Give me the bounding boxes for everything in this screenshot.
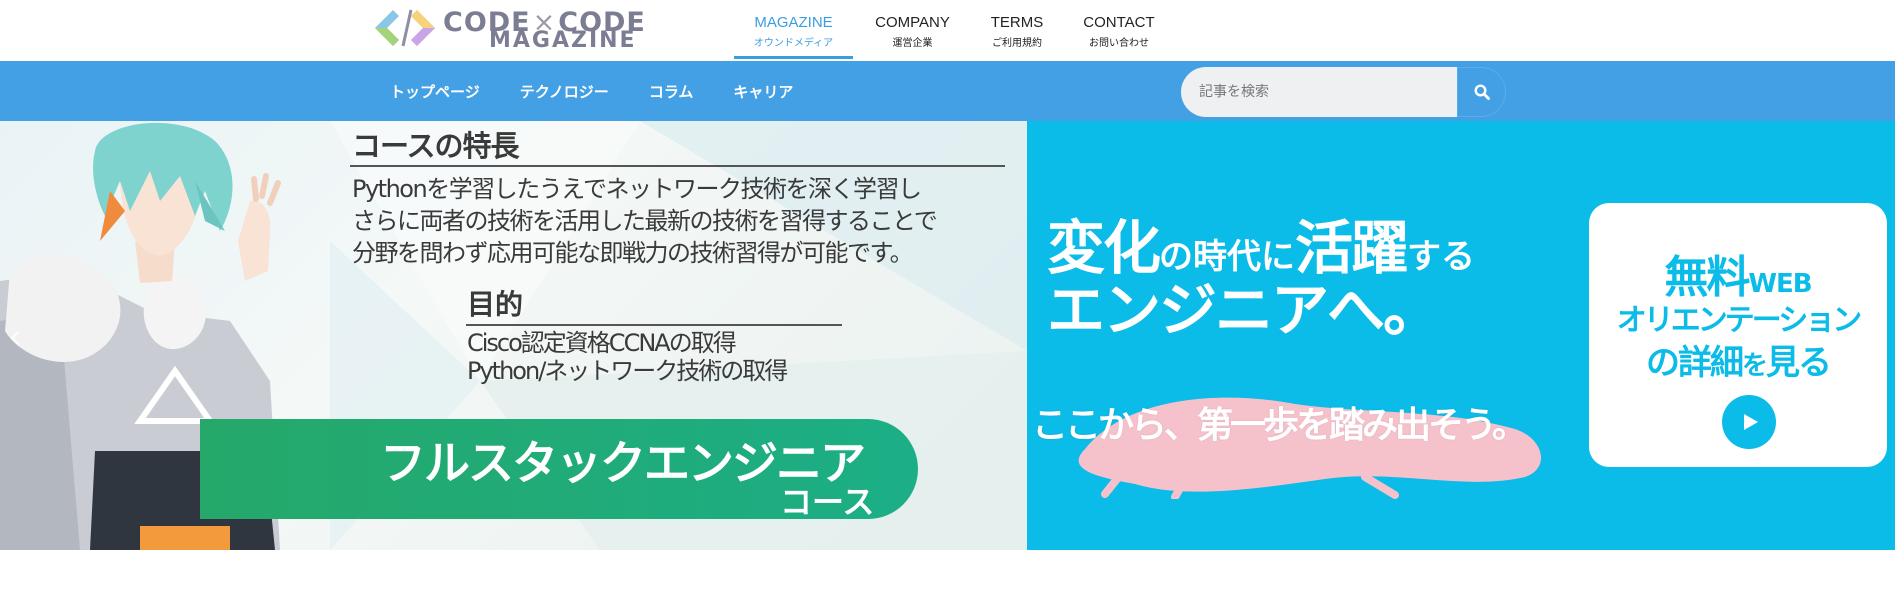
top-nav-label: TERMS	[990, 14, 1044, 31]
slider-prev-arrow[interactable]: ‹	[0, 317, 30, 357]
feature-line: Pythonを学習したうえでネットワーク技術を深く学習し	[352, 175, 922, 203]
feature-description: Pythonを学習したうえでネットワーク技術を深く学習し さらに両者の技術を活用…	[352, 173, 1012, 269]
top-nav-label: COMPANY	[875, 14, 950, 31]
search-input[interactable]	[1181, 67, 1457, 117]
top-nav-magazine[interactable]: MAGAZINE オウンドメディア	[734, 0, 853, 61]
slider-next-arrow[interactable]: ›	[1855, 317, 1885, 357]
top-nav: MAGAZINE オウンドメディア COMPANY 運営企業 TERMS ご利用…	[734, 0, 1176, 61]
logo-wordmark-bottom: MAGAZINE	[489, 28, 637, 53]
play-icon	[1722, 395, 1776, 449]
feature-line: さらに両者の技術を活用した最新の技術を習得することで	[352, 207, 938, 235]
top-nav-sublabel: ご利用規約	[992, 38, 1042, 49]
top-nav-sublabel: オウンドメディア	[753, 38, 834, 49]
purpose-divider	[466, 324, 842, 326]
category-item-top-page[interactable]: トップページ	[370, 81, 500, 102]
feature-title: コースの特長	[352, 129, 520, 163]
top-nav-terms[interactable]: TERMS ご利用規約	[972, 0, 1062, 61]
category-item-column[interactable]: コラム	[629, 81, 714, 102]
category-nav: トップページ テクノロジー コラム キャリア	[370, 61, 813, 121]
category-item-career[interactable]: キャリア	[713, 81, 813, 102]
purpose-title: 目的	[467, 288, 524, 321]
category-item-technology[interactable]: テクノロジー	[500, 81, 629, 102]
top-nav-label: CONTACT	[1083, 14, 1155, 31]
top-nav-sublabel: 運営企業	[892, 38, 933, 49]
site-logo[interactable]: CODE×CODE MAGAZINE	[373, 6, 665, 53]
hero-slider: コースの特長 Pythonを学習したうえでネットワーク技術を深く学習し さらに両…	[0, 121, 1895, 550]
top-nav-company[interactable]: COMPANY 運営企業	[853, 0, 972, 61]
top-nav-label: MAGAZINE	[754, 14, 833, 31]
search-icon	[1473, 84, 1490, 100]
category-bar: トップページ テクノロジー コラム キャリア	[0, 61, 1895, 121]
top-nav-contact[interactable]: CONTACT お問い合わせ	[1062, 0, 1176, 61]
purpose-line: Cisco認定資格CCNAの取得	[467, 329, 737, 357]
code-brackets-logo-icon	[375, 9, 435, 47]
banner-tagline: ここから、第一歩を踏み出そう。	[1032, 405, 1528, 446]
course-banner[interactable]: コースの特長 Pythonを学習したうえでネットワーク技術を深く学習し さらに両…	[0, 121, 1027, 550]
course-suffix: コース	[780, 483, 875, 521]
banner-headline-line2: エンジニアへ。	[1047, 276, 1441, 344]
top-header: CODE×CODE MAGAZINE MAGAZINE オウンドメディア COM…	[0, 0, 1895, 61]
feature-divider	[350, 165, 1005, 167]
orientation-cta-card[interactable]: 無料WEB オリエンテーション の詳細を見る	[1589, 203, 1887, 467]
search-button[interactable]	[1457, 67, 1506, 117]
search-form	[1181, 67, 1506, 117]
purpose-description: Cisco認定資格CCNAの取得 Python/ネットワーク技術の取得	[467, 329, 887, 385]
feature-line: 分野を問わず応用可能な即戦力の技術習得が可能です。	[352, 239, 914, 267]
cta-line-orientation: オリエンテーション	[1616, 303, 1862, 338]
purpose-line: Python/ネットワーク技術の取得	[467, 357, 788, 385]
cta-line-details: の詳細を見る	[1645, 343, 1832, 383]
top-nav-sublabel: お問い合わせ	[1089, 38, 1149, 49]
